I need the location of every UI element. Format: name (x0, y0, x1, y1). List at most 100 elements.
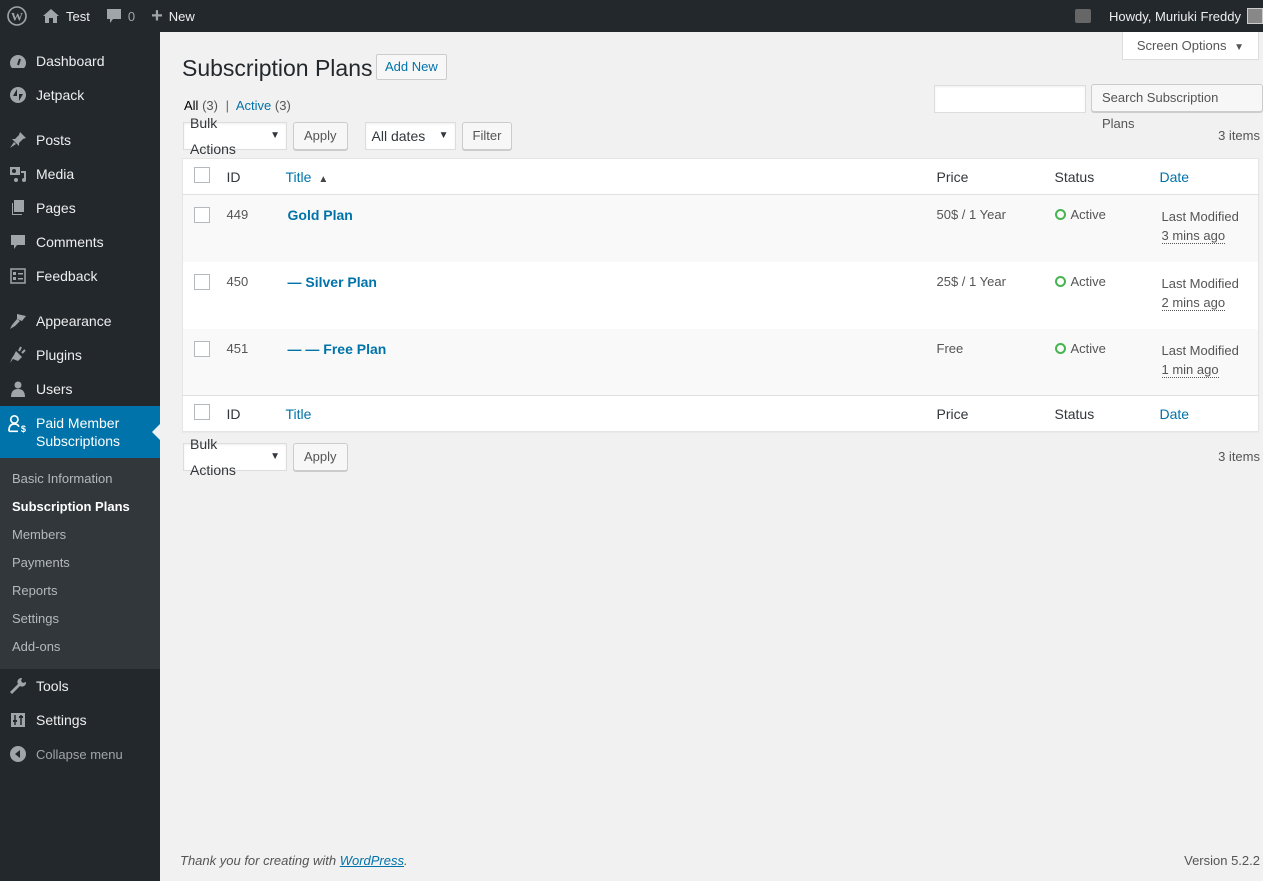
submenu-members[interactable]: Members (0, 521, 160, 549)
column-title-sort[interactable]: Title ▲ (286, 169, 329, 185)
sidebar-label: Dashboard (36, 53, 105, 69)
date-label: Last Modified (1161, 342, 1239, 358)
plus-icon: + (151, 4, 163, 27)
date-label: Last Modified (1161, 275, 1239, 291)
plan-title-link[interactable]: — — Free Plan (288, 341, 387, 357)
wordpress-link[interactable]: WordPress (340, 853, 404, 868)
plan-price: 25$ / 1 Year (936, 273, 1006, 289)
sidebar-label: Tools (36, 678, 69, 694)
bulk-actions-value: Bulk Actions (190, 115, 236, 157)
wrench-icon (8, 676, 28, 696)
sidebar-item-appearance[interactable]: Appearance (0, 304, 160, 338)
sidebar-label: Users (36, 381, 73, 397)
select-all-checkbox-footer[interactable] (194, 404, 210, 420)
select-all-checkbox[interactable] (194, 167, 210, 183)
sidebar-item-dashboard[interactable]: Dashboard (0, 44, 160, 78)
apply-button-bottom[interactable]: Apply (293, 443, 348, 471)
search-input[interactable] (934, 85, 1086, 113)
sidebar-item-jetpack[interactable]: Jetpack (0, 78, 160, 112)
sidebar-item-paid-member-subscriptions[interactable]: $ Paid Member Subscriptions (0, 406, 160, 458)
account-menu[interactable]: Howdy, Muriuki Freddy (1109, 9, 1241, 24)
submenu-payments[interactable]: Payments (0, 549, 160, 577)
submenu-basic-information[interactable]: Basic Information (0, 465, 160, 493)
new-content-link[interactable]: + New (143, 0, 203, 32)
date-ago: 3 mins ago (1161, 228, 1226, 244)
table-footer-row: ID Title Price Status Date (182, 395, 1259, 432)
bottom-tablenav: Bulk Actions ▼ Apply (183, 436, 348, 478)
column-date-sort-footer[interactable]: Date (1160, 406, 1190, 422)
date-ago: 1 min ago (1161, 361, 1219, 378)
sidebar-item-users[interactable]: Users (0, 372, 160, 406)
sidebar-item-pages[interactable]: Pages (0, 191, 160, 225)
admin-sidebar: Dashboard Jetpack Posts Media Pages Comm… (0, 32, 160, 881)
items-count-bottom: 3 items (1218, 449, 1260, 464)
sidebar-label: Feedback (36, 268, 98, 284)
top-tablenav: Bulk Actions ▼ Apply All dates ▼ Filter (183, 115, 513, 157)
date-filter-select[interactable]: All dates ▼ (364, 122, 456, 150)
status-badge: Active (1054, 274, 1160, 289)
filter-button[interactable]: Filter (461, 122, 513, 150)
plan-title-link[interactable]: — Silver Plan (288, 274, 377, 290)
notification-icon[interactable] (1075, 9, 1092, 23)
sidebar-item-comments[interactable]: Comments (0, 225, 160, 259)
table-row: 451 — — Free Plan Free Active Last Modif… (182, 328, 1259, 396)
comments-link[interactable]: 0 (98, 0, 143, 32)
sidebar-item-plugins[interactable]: Plugins (0, 338, 160, 372)
plan-price: Free (936, 340, 964, 356)
table-header-row: ID Title ▲ Price Status Date (182, 158, 1259, 195)
row-checkbox[interactable] (194, 340, 210, 357)
sidebar-label: Media (36, 166, 75, 182)
plan-price: 50$ / 1 Year (936, 207, 1006, 222)
active-status-icon (1054, 342, 1066, 354)
wordpress-logo-icon: W (7, 6, 27, 26)
plan-title-link[interactable]: Gold Plan (288, 207, 353, 223)
collapse-icon (8, 744, 28, 764)
bulk-actions-select[interactable]: Bulk Actions ▼ (183, 115, 287, 157)
main-content: Screen Options ▼ Subscription Plans Add … (160, 32, 1263, 881)
site-name-link[interactable]: Test (34, 0, 98, 32)
active-status-icon (1054, 275, 1066, 287)
date-label: Last Modified (1161, 209, 1239, 224)
apply-button[interactable]: Apply (293, 122, 348, 150)
page-title: Subscription Plans (182, 55, 373, 81)
row-checkbox[interactable] (194, 207, 210, 223)
plugin-icon (8, 345, 28, 365)
submenu-settings[interactable]: Settings (0, 605, 160, 633)
table-row: 450 — Silver Plan 25$ / 1 Year Active La… (183, 262, 1259, 329)
comments-count: 0 (127, 8, 136, 24)
sidebar-item-feedback[interactable]: Feedback (0, 259, 160, 293)
bulk-actions-select-bottom[interactable]: Bulk Actions ▼ (183, 436, 287, 478)
user-icon (8, 379, 28, 399)
column-id: ID (220, 158, 286, 195)
column-id-footer: ID (220, 395, 286, 432)
submenu-subscription-plans[interactable]: Subscription Plans (0, 493, 160, 521)
filter-active-count: (3) (274, 98, 291, 113)
wordpress-logo-button[interactable]: W (0, 0, 34, 32)
submenu-reports[interactable]: Reports (0, 577, 160, 605)
column-title-sort-footer[interactable]: Title (286, 406, 312, 422)
status-label: Active (1070, 340, 1106, 356)
sidebar-item-tools[interactable]: Tools (0, 669, 160, 703)
collapse-menu-button[interactable]: Collapse menu (0, 737, 160, 771)
plan-id: 449 (226, 207, 249, 222)
sidebar-item-media[interactable]: Media (0, 157, 160, 191)
screen-options-button[interactable]: Screen Options ▼ (1121, 32, 1259, 60)
avatar[interactable] (1247, 8, 1263, 24)
column-price: Price (936, 158, 1055, 195)
search-subscription-plans-button[interactable]: Search Subscription Plans (1091, 84, 1263, 131)
settings-sliders-icon (8, 710, 28, 730)
sidebar-item-posts[interactable]: Posts (0, 123, 160, 157)
items-count-top: 3 items (1218, 128, 1260, 143)
column-date-sort[interactable]: Date (1160, 169, 1190, 185)
caret-down-icon: ▼ (438, 130, 449, 141)
site-name: Test (66, 8, 90, 24)
submenu-add-ons[interactable]: Add-ons (0, 633, 160, 661)
sidebar-item-settings[interactable]: Settings (0, 703, 160, 737)
add-new-button[interactable]: Add New (376, 54, 447, 80)
new-label: New (168, 8, 195, 24)
pin-icon (8, 130, 28, 150)
screen-options-label: Screen Options (1136, 38, 1227, 53)
row-checkbox[interactable] (194, 273, 210, 290)
sidebar-label: Comments (36, 234, 104, 250)
status-label: Active (1070, 207, 1106, 222)
